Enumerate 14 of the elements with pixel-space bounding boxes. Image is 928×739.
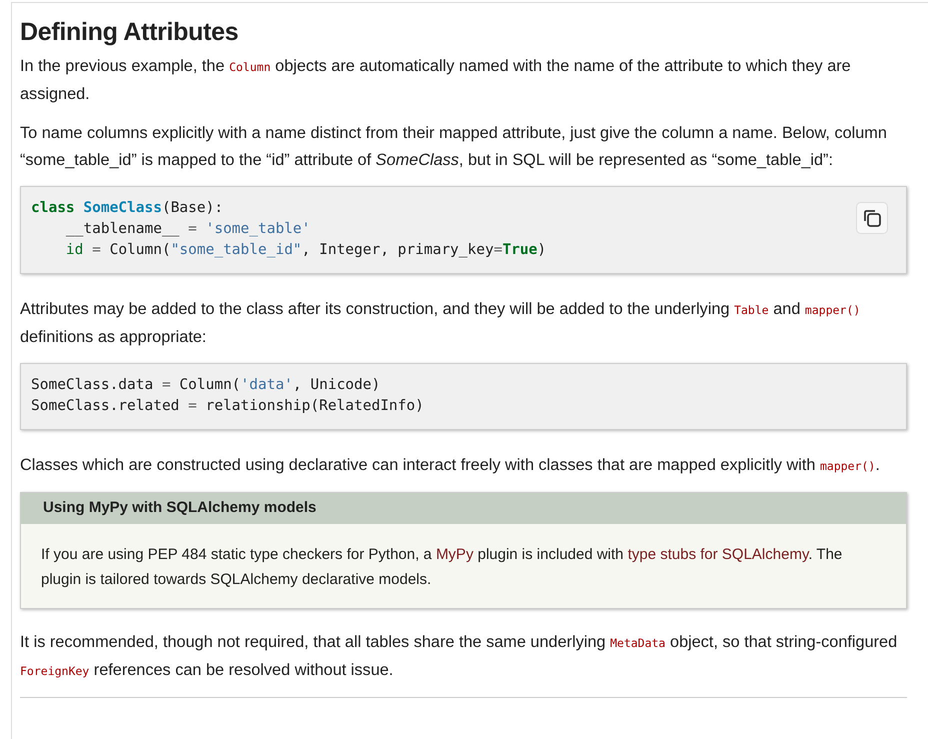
link[interactable]: type stubs for SQLAlchemy [628, 546, 808, 562]
section-heading: Defining Attributes [20, 17, 240, 47]
paragraph: It is recommended, though not required, that all tables share the same underlying MetaData object, so that string-configured ForeignKey references can be resolved without issue. [20, 632, 898, 680]
copy-icon [862, 208, 882, 228]
paragraph: Attributes may be added to the class after its construction, and they will be added to the underlying Table and mapper() definitions as appropriate: [20, 299, 862, 348]
copy-button[interactable] [856, 202, 888, 234]
note-text: If you are using PEP 484 static type checkers for Python, a MyPy plugin is included with type stubs for SQLAlchemy. The plugin is tailored towards SQLAlchemy declarative models. [40, 544, 844, 590]
code-text: class SomeClass(Base): __tablename__ = 'some_table' id = Column("some_table_id", Integer, primary_key=True) [31, 199, 546, 260]
link[interactable]: MyPy [436, 546, 474, 562]
note-title: Using MyPy with SQLAlchemy models [21, 493, 906, 524]
paragraph: In the previous example, the Column objects are automatically named with the name of the attribute to which they are assigned. [20, 56, 852, 105]
paragraph: Classes which are constructed using declarative can interact freely with classes that are mapped explicitly with mapper(). [20, 455, 881, 476]
code-text: SomeClass.data = Column('data', Unicode) SomeClass.related = relationship(RelatedInfo) [31, 376, 424, 416]
paragraph: To name columns explicitly with a name distinct from their mapped attribute, just give the column a name. Below, column “some_table_id” is mapped to the “id” attribute of SomeClass, but in SQL will be represented as “some_table_id”: [20, 123, 888, 171]
